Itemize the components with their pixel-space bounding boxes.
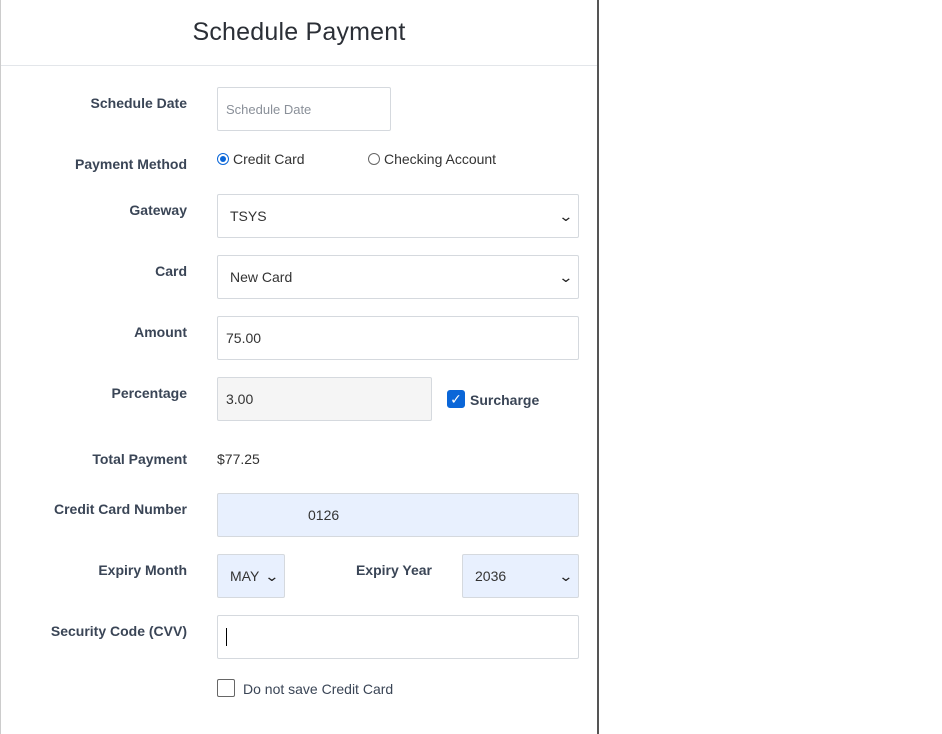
percentage-input[interactable]: 3.00: [217, 377, 432, 421]
percentage-label: Percentage: [111, 385, 187, 401]
radio-credit-card[interactable]: Credit Card: [217, 151, 305, 167]
modal-backdrop[interactable]: [600, 0, 942, 734]
expiry-year-select[interactable]: 2036 ⌄: [462, 554, 579, 598]
schedule-date-label: Schedule Date: [90, 95, 187, 111]
text-caret: [226, 628, 227, 646]
schedule-payment-modal: Schedule Payment Schedule Date Schedule …: [0, 0, 599, 734]
total-payment-label: Total Payment: [92, 451, 187, 467]
card-select[interactable]: New Card ⌄: [217, 255, 579, 299]
gateway-value: TSYS: [230, 208, 267, 224]
credit-card-number-input[interactable]: 0126: [217, 493, 579, 537]
security-code-label: Security Code (CVV): [50, 623, 187, 639]
card-label: Card: [155, 263, 187, 279]
chevron-down-icon: ⌄: [558, 207, 574, 224]
radio-credit-card-label: Credit Card: [233, 151, 305, 167]
do-not-save-label: Do not save Credit Card: [243, 681, 394, 697]
card-value: New Card: [230, 269, 293, 285]
schedule-date-input[interactable]: Schedule Date: [217, 87, 391, 131]
radio-credit-card-indicator[interactable]: [217, 153, 229, 165]
radio-checking-account-label: Checking Account: [384, 151, 497, 167]
gateway-label: Gateway: [129, 202, 187, 218]
amount-input[interactable]: 75.00: [217, 316, 579, 360]
surcharge-label: Surcharge: [470, 392, 540, 408]
chevron-down-icon: ⌄: [558, 567, 574, 584]
do-not-save-checkbox[interactable]: [217, 679, 235, 697]
expiry-year-label: Expiry Year: [355, 562, 432, 578]
chevron-down-icon: ⌄: [558, 268, 574, 285]
credit-card-number-label: Credit Card Number: [53, 501, 187, 517]
payment-method-label: Payment Method: [74, 156, 187, 172]
radio-checking-account-indicator[interactable]: [368, 153, 380, 165]
modal-header: Schedule Payment: [1, 0, 597, 66]
radio-checking-account[interactable]: Checking Account: [368, 151, 496, 167]
modal-title: Schedule Payment: [192, 18, 406, 46]
total-payment-value: $77.25: [217, 451, 260, 467]
expiry-month-label: Expiry Month: [98, 562, 187, 578]
security-code-input[interactable]: [217, 615, 579, 659]
amount-label: Amount: [134, 324, 187, 340]
gateway-select[interactable]: TSYS ⌄: [217, 194, 579, 238]
expiry-year-value: 2036: [475, 568, 507, 584]
surcharge-checkbox[interactable]: ✓: [447, 390, 465, 408]
checkmark-icon: ✓: [450, 390, 462, 407]
